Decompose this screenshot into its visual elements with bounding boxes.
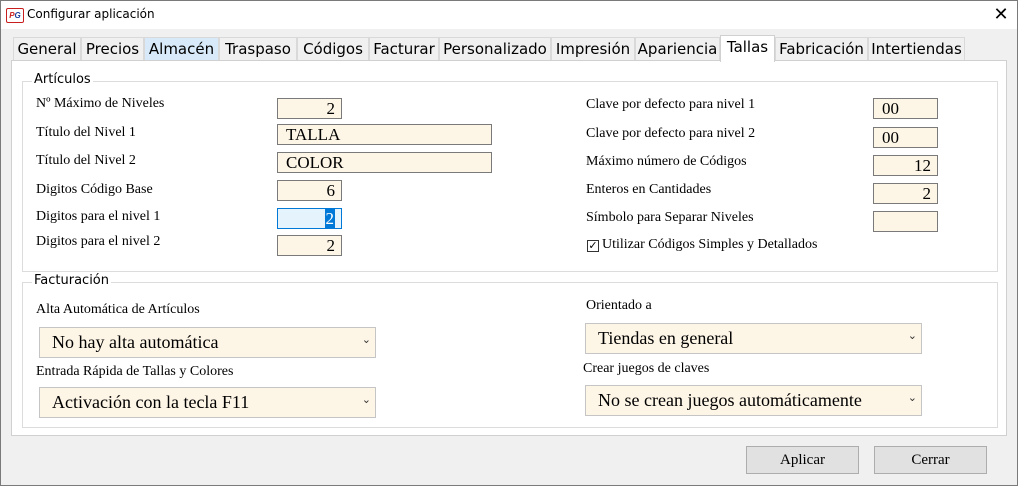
- codigos-simples-checkbox[interactable]: ✓: [587, 240, 599, 252]
- apply-button[interactable]: Aplicar: [746, 446, 859, 474]
- chevron-down-icon: ⌄: [361, 393, 371, 406]
- alta-automatica-value: No hay alta automática: [52, 332, 219, 352]
- facturacion-legend: Facturación: [32, 273, 111, 288]
- orientado-value: Tiendas en general: [598, 328, 734, 348]
- articulos-group: [22, 81, 998, 272]
- chevron-down-icon: ⌄: [361, 333, 371, 346]
- codigos-simples-label[interactable]: Utilizar Códigos Simples y Detallados: [602, 237, 817, 253]
- digitos-base-field[interactable]: 6: [277, 180, 342, 201]
- orientado-label: Orientado a: [586, 298, 652, 313]
- clave-nivel1-label: Clave por defecto para nivel 1: [586, 97, 756, 112]
- chevron-down-icon: ⌄: [907, 391, 917, 404]
- tab-almacen[interactable]: Almacén: [144, 37, 219, 60]
- max-codigos-field[interactable]: 12: [873, 155, 938, 176]
- app-logo-icon: PG: [6, 8, 24, 23]
- digitos-nivel2-field[interactable]: 2: [277, 235, 342, 256]
- entrada-rapida-select[interactable]: Activación con la tecla F11 ⌄: [39, 387, 376, 418]
- window-title: Configurar aplicación: [27, 7, 155, 21]
- tab-intertiendas[interactable]: Intertiendas: [868, 37, 965, 60]
- orientado-select[interactable]: Tiendas en general ⌄: [585, 323, 922, 354]
- close-icon[interactable]: ✕: [987, 3, 1015, 27]
- max-codigos-label: Máximo número de Códigos: [586, 154, 747, 169]
- crear-juegos-label: Crear juegos de claves: [583, 361, 710, 376]
- entrada-rapida-value: Activación con la tecla F11: [52, 392, 250, 412]
- tab-precios[interactable]: Precios: [81, 37, 144, 60]
- simbolo-separar-label: Símbolo para Separar Niveles: [586, 210, 754, 225]
- clave-nivel2-field[interactable]: 00: [873, 127, 938, 148]
- titulo-nivel2-label: Título del Nivel 2: [36, 153, 136, 168]
- digitos-nivel1-field[interactable]: 2: [277, 208, 342, 229]
- digitos-nivel2-label: Digitos para el nivel 2: [36, 234, 161, 249]
- tab-facturar[interactable]: Facturar: [369, 37, 439, 60]
- tab-tallas[interactable]: Tallas: [720, 35, 775, 62]
- alta-automatica-label: Alta Automática de Artículos: [36, 302, 200, 317]
- clave-nivel1-field[interactable]: 00: [873, 98, 938, 119]
- tab-panel-tallas: Artículos Nº Máximo de Niveles 2 Título …: [11, 60, 1007, 436]
- tab-impresion[interactable]: Impresión: [551, 37, 635, 60]
- alta-automatica-select[interactable]: No hay alta automática ⌄: [39, 327, 376, 358]
- tab-traspaso[interactable]: Traspaso: [219, 37, 297, 60]
- titulo-nivel1-field[interactable]: TALLA: [277, 124, 492, 145]
- tab-fabricacion[interactable]: Fabricación: [775, 37, 868, 60]
- configurar-aplicacion-dialog: PG Configurar aplicación ✕ General Preci…: [0, 0, 1018, 486]
- tab-strip: General Precios Almacén Traspaso Códigos…: [13, 35, 1007, 62]
- titulo-nivel2-field[interactable]: COLOR: [277, 152, 492, 173]
- articulos-legend: Artículos: [32, 72, 93, 87]
- digitos-base-label: Digitos Código Base: [36, 182, 153, 197]
- tab-general[interactable]: General: [13, 37, 81, 60]
- clave-nivel2-label: Clave por defecto para nivel 2: [586, 126, 756, 141]
- simbolo-separar-field[interactable]: [873, 211, 938, 232]
- crear-juegos-value: No se crean juegos automáticamente: [598, 390, 862, 410]
- chevron-down-icon: ⌄: [907, 329, 917, 342]
- entrada-rapida-label: Entrada Rápida de Tallas y Colores: [36, 364, 234, 379]
- enteros-cantidades-field[interactable]: 2: [873, 183, 938, 204]
- crear-juegos-select[interactable]: No se crean juegos automáticamente ⌄: [585, 385, 922, 416]
- max-niveles-label: Nº Máximo de Niveles: [36, 96, 165, 111]
- max-niveles-field[interactable]: 2: [277, 98, 342, 119]
- tab-codigos[interactable]: Códigos: [297, 37, 369, 60]
- title-bar: PG Configurar aplicación ✕: [1, 1, 1017, 29]
- titulo-nivel1-label: Título del Nivel 1: [36, 125, 136, 140]
- selected-text: 2: [324, 209, 335, 228]
- close-button[interactable]: Cerrar: [874, 446, 987, 474]
- digitos-nivel1-label: Digitos para el nivel 1: [36, 209, 161, 224]
- enteros-cantidades-label: Enteros en Cantidades: [586, 182, 712, 197]
- tab-personalizado[interactable]: Personalizado: [439, 37, 551, 60]
- tab-apariencia[interactable]: Apariencia: [635, 37, 720, 60]
